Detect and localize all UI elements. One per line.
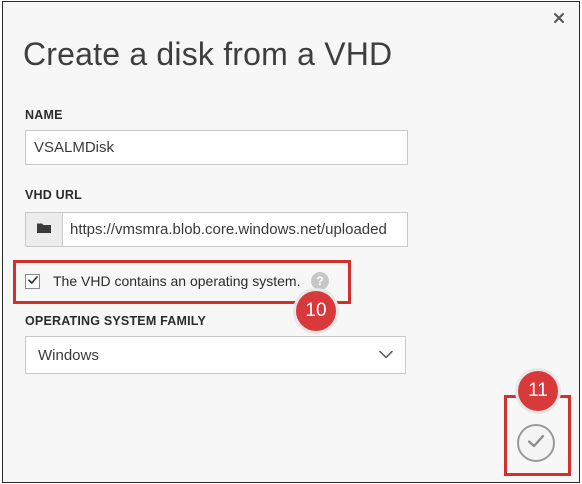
os-checkbox-label[interactable]: The VHD contains an operating system.: [53, 273, 300, 289]
os-family-value: Windows: [38, 346, 99, 364]
confirm-button[interactable]: [517, 424, 555, 462]
vhd-url-label: VHD URL: [25, 188, 82, 202]
name-input[interactable]: VSALMDisk: [25, 130, 408, 165]
os-family-select[interactable]: Windows: [25, 336, 406, 374]
vhd-url-input[interactable]: https://vmsmra.blob.core.windows.net/upl…: [63, 221, 387, 238]
os-checkbox[interactable]: [25, 274, 40, 289]
step-badge-10: 10: [296, 291, 336, 331]
close-icon[interactable]: [551, 10, 567, 26]
vhd-url-field: https://vmsmra.blob.core.windows.net/upl…: [25, 212, 408, 247]
os-family-label: OPERATING SYSTEM FAMILY: [25, 314, 207, 328]
browse-button[interactable]: [26, 213, 63, 246]
checkmark-circle-icon: [526, 433, 546, 454]
create-disk-dialog: Create a disk from a VHD NAME VSALMDisk …: [2, 1, 580, 483]
dialog-title: Create a disk from a VHD: [23, 36, 393, 72]
help-icon[interactable]: ?: [311, 272, 329, 290]
checkmark-icon: [27, 273, 39, 291]
step-badge-11: 11: [518, 371, 558, 411]
folder-icon: [36, 221, 52, 238]
chevron-down-icon: [379, 346, 393, 364]
name-label: NAME: [25, 108, 63, 122]
